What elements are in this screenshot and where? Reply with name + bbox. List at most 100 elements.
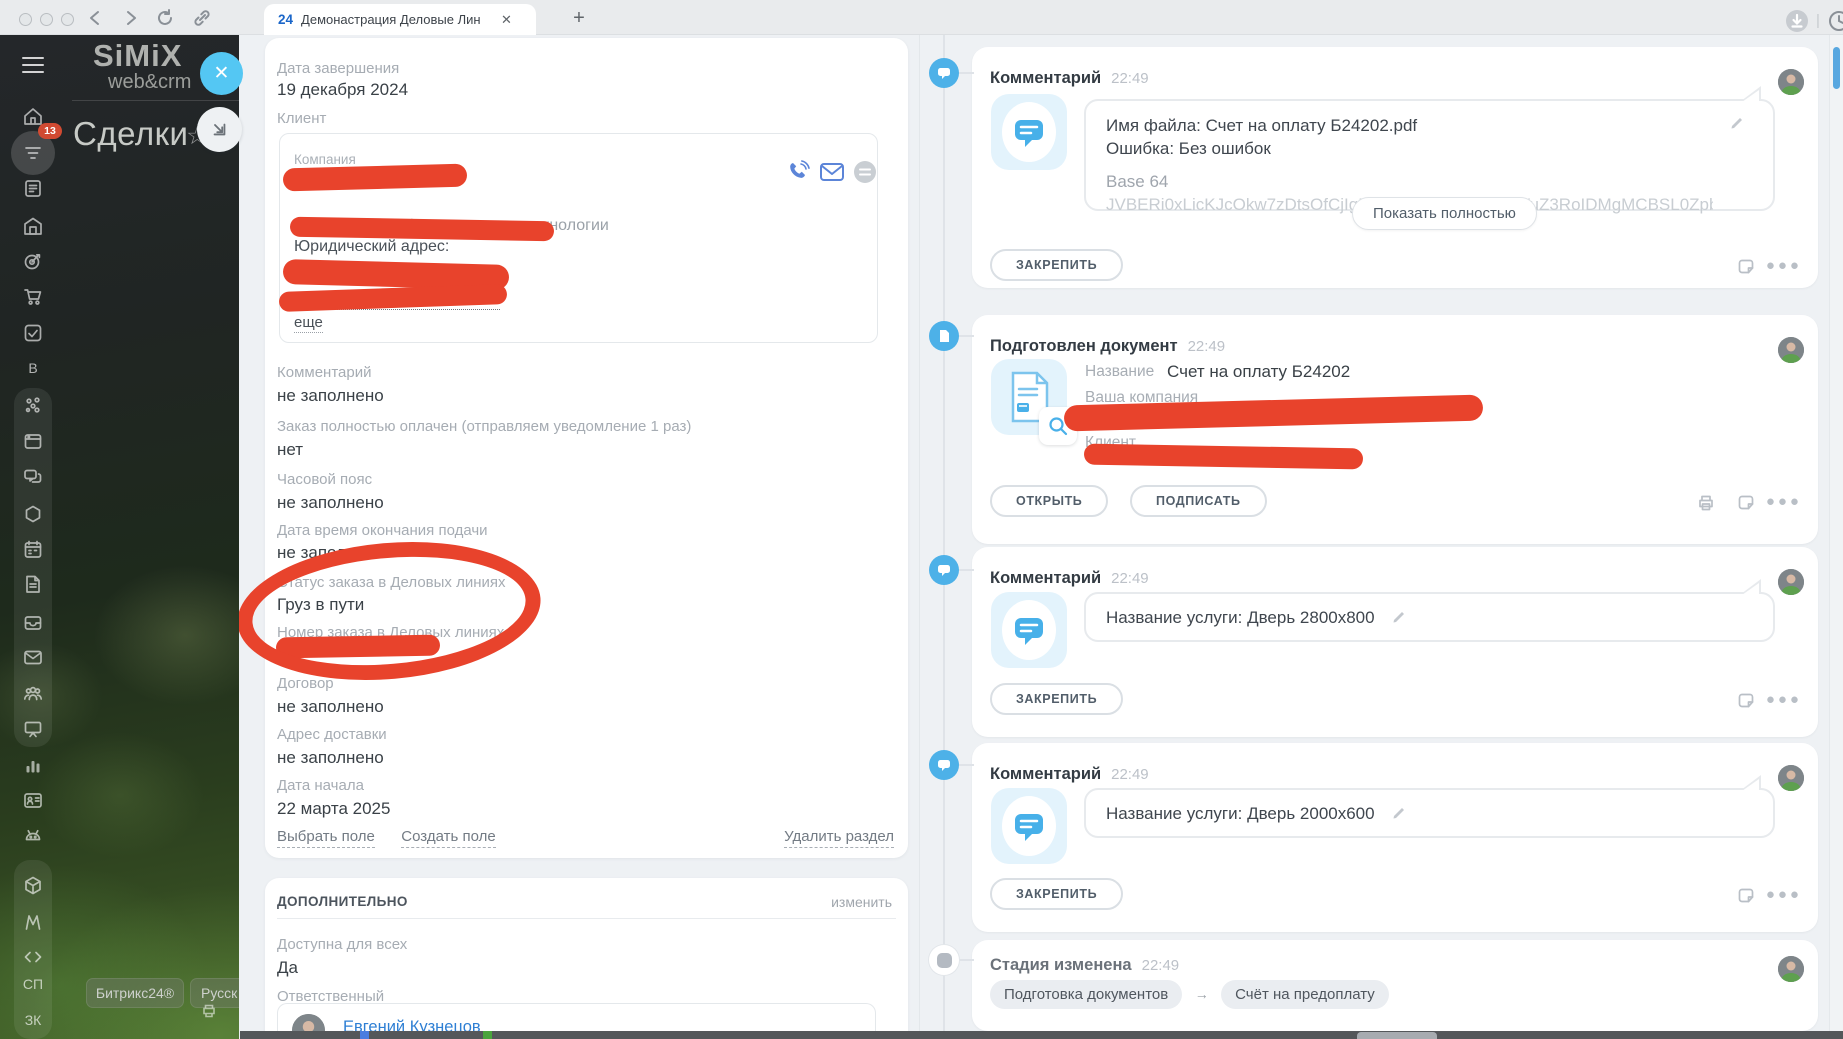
printer-icon[interactable] bbox=[201, 1003, 217, 1019]
bottom-dock-strip bbox=[240, 1031, 1843, 1039]
sidebar-item-deals-funnel-icon[interactable] bbox=[22, 142, 44, 164]
sidebar-item-tasks-icon[interactable] bbox=[22, 177, 44, 199]
stage-to-badge: Счёт на предоплату bbox=[1221, 980, 1389, 1009]
sign-document-button[interactable]: ПОДПИСАТЬ bbox=[1130, 485, 1267, 517]
download-icon[interactable] bbox=[1786, 10, 1808, 32]
back-icon[interactable] bbox=[86, 8, 106, 28]
field-value[interactable]: Да bbox=[277, 958, 298, 978]
more-actions-icon[interactable]: ●●● bbox=[1766, 886, 1802, 903]
sidebar-item-analytics-icon[interactable] bbox=[22, 754, 44, 776]
more-actions-icon[interactable]: ●●● bbox=[1766, 257, 1802, 274]
pin-button[interactable]: ЗАКРЕПИТЬ bbox=[990, 878, 1124, 910]
sidebar-item-sp[interactable]: СП bbox=[0, 976, 66, 992]
sidebar-item-calendar-icon[interactable] bbox=[22, 538, 44, 560]
field-value[interactable]: не заполнено bbox=[277, 697, 384, 717]
show-full-button[interactable]: Показать полностью bbox=[1352, 197, 1537, 230]
reload-icon[interactable] bbox=[155, 8, 175, 28]
edit-pencil-icon[interactable] bbox=[1729, 115, 1745, 131]
sidebar-item-m-logo-icon[interactable] bbox=[22, 911, 44, 933]
edit-section-link[interactable]: изменить bbox=[831, 894, 892, 910]
sidebar-item-company-icon[interactable] bbox=[22, 215, 44, 237]
timeline-node-stage-icon bbox=[929, 945, 959, 975]
author-avatar[interactable] bbox=[1778, 765, 1804, 791]
sidebar-item-check-square-icon[interactable] bbox=[22, 322, 44, 344]
slider-collapse-button[interactable] bbox=[197, 107, 242, 152]
forward-icon[interactable] bbox=[120, 8, 140, 28]
sidebar-item-kanban-icon[interactable] bbox=[22, 430, 44, 452]
sidebar-item-teams-icon[interactable] bbox=[22, 682, 44, 704]
note-icon[interactable] bbox=[1736, 257, 1756, 277]
note-icon[interactable] bbox=[1736, 886, 1756, 906]
bitrix-brand-button[interactable]: Битрикс24® bbox=[86, 978, 184, 1008]
sidebar-item-mail-icon[interactable] bbox=[22, 646, 44, 668]
timeline-connector bbox=[958, 72, 974, 74]
open-document-button[interactable]: ОТКРЫТЬ bbox=[990, 485, 1109, 517]
logo-simix: SiMiX bbox=[93, 38, 183, 73]
base64-label: Base 64 bbox=[1106, 172, 1169, 191]
client-more-link[interactable]: еще bbox=[294, 314, 323, 333]
field-value[interactable]: не заполнено bbox=[277, 386, 384, 406]
panel-divider bbox=[919, 35, 920, 1031]
pin-button[interactable]: ЗАКРЕПИТЬ bbox=[990, 683, 1124, 715]
author-avatar[interactable] bbox=[1778, 569, 1804, 595]
pin-button[interactable]: ЗАКРЕПИТЬ bbox=[990, 249, 1124, 281]
messenger-icon[interactable] bbox=[851, 158, 879, 186]
author-avatar[interactable] bbox=[1778, 69, 1804, 95]
sidebar-item-document-icon[interactable] bbox=[22, 573, 44, 595]
note-icon[interactable] bbox=[1736, 691, 1756, 711]
tab-close-icon[interactable]: ✕ bbox=[501, 12, 512, 28]
sidebar-item-target-icon[interactable] bbox=[22, 250, 44, 272]
slider-close-button[interactable]: ✕ bbox=[200, 52, 243, 95]
timeline-connector bbox=[958, 335, 974, 337]
sidebar-item-robot-icon[interactable] bbox=[22, 825, 44, 847]
page-title: Сделки bbox=[73, 115, 189, 152]
document-type-icon[interactable] bbox=[991, 359, 1077, 445]
delete-section-link[interactable]: Удалить раздел bbox=[784, 828, 894, 848]
author-avatar[interactable] bbox=[1778, 956, 1804, 982]
timeline-card-title: Комментарий 22:49 bbox=[990, 69, 1149, 87]
field-label: Комментарий bbox=[277, 364, 372, 381]
more-actions-icon[interactable]: ●●● bbox=[1766, 493, 1802, 510]
browser-tab[interactable]: 24 Демонастрация Деловые Лин ✕ bbox=[264, 4, 536, 35]
field-value[interactable]: не заполнено bbox=[277, 493, 384, 513]
field-value[interactable]: 22 марта 2025 bbox=[277, 799, 390, 819]
note-icon[interactable] bbox=[1736, 493, 1756, 513]
logo-webcrm: web&crm bbox=[108, 71, 192, 93]
sidebar-item-hexagon-icon[interactable] bbox=[22, 503, 44, 525]
scrollbar-thumb[interactable] bbox=[1833, 47, 1840, 89]
edit-pencil-icon[interactable] bbox=[1391, 608, 1407, 624]
author-avatar[interactable] bbox=[1778, 337, 1804, 363]
timeline-node-comment-icon bbox=[929, 555, 959, 585]
history-clock-icon[interactable] bbox=[1827, 9, 1843, 33]
create-field-link[interactable]: Создать поле bbox=[401, 828, 496, 848]
email-icon[interactable] bbox=[818, 158, 846, 186]
sidebar-item-chat-icon[interactable] bbox=[22, 466, 44, 488]
sidebar-item-inbox-icon[interactable] bbox=[22, 611, 44, 633]
window-minimize-button[interactable] bbox=[40, 13, 53, 26]
edit-pencil-icon[interactable] bbox=[1391, 804, 1407, 820]
sidebar-item-store-cart-icon[interactable] bbox=[22, 285, 44, 307]
sidebar-item-presentation-icon[interactable] bbox=[22, 718, 44, 740]
sidebar-item-integrations-icon[interactable] bbox=[22, 394, 44, 416]
sidebar-item-cube-icon[interactable] bbox=[22, 874, 44, 896]
sidebar-item-zk[interactable]: ЗК bbox=[0, 1012, 66, 1028]
menu-hamburger-icon[interactable] bbox=[22, 57, 44, 73]
field-value[interactable]: 19 декабря 2024 bbox=[277, 80, 408, 100]
sidebar-item-contact-card-icon[interactable] bbox=[22, 789, 44, 811]
field-value[interactable]: не заполнено bbox=[277, 748, 384, 768]
field-value[interactable]: нет bbox=[277, 440, 303, 460]
dock-handle bbox=[1357, 1032, 1437, 1039]
window-close-button[interactable] bbox=[19, 13, 32, 26]
sidebar-item-letter[interactable]: В bbox=[0, 360, 66, 376]
window-zoom-button[interactable] bbox=[61, 13, 74, 26]
new-tab-button[interactable]: + bbox=[566, 5, 592, 31]
tab-title: Демонастрация Деловые Лин bbox=[301, 12, 481, 27]
sidebar-item-code-icon[interactable] bbox=[22, 946, 44, 968]
choose-field-link[interactable]: Выбрать поле bbox=[277, 828, 375, 848]
link-icon[interactable] bbox=[192, 8, 212, 28]
print-icon[interactable] bbox=[1696, 493, 1716, 513]
document-name-value[interactable]: Счет на оплату Б24202 bbox=[1167, 362, 1350, 382]
more-actions-icon[interactable]: ●●● bbox=[1766, 691, 1802, 708]
call-phone-icon[interactable] bbox=[785, 158, 813, 186]
additional-section-title: ДОПОЛНИТЕЛЬНО bbox=[277, 894, 408, 909]
